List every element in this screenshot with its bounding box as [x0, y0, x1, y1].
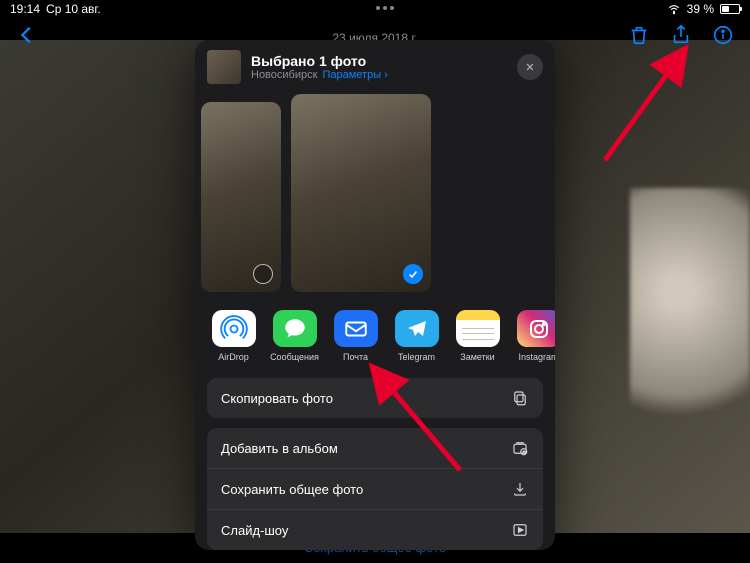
instagram-icon	[517, 310, 556, 347]
notes-icon	[456, 310, 500, 347]
close-button[interactable]	[517, 54, 543, 80]
sheet-subtitle: Новосибирск Параметры ›	[251, 69, 388, 81]
action-slideshow[interactable]: Слайд-шоу	[207, 509, 543, 550]
share-app-telegram[interactable]: Telegram	[388, 310, 445, 362]
sheet-title: Выбрано 1 фото	[251, 53, 388, 69]
copy-icon	[511, 389, 529, 407]
share-app-airdrop[interactable]: AirDrop	[205, 310, 262, 362]
album-add-icon	[511, 439, 529, 457]
checkmark-icon	[403, 264, 423, 284]
battery-icon	[720, 4, 740, 14]
photo-preview-unselected[interactable]	[201, 102, 281, 292]
parameters-link[interactable]: Параметры ›	[322, 69, 387, 81]
airdrop-icon	[212, 310, 256, 347]
photo-previews	[195, 94, 555, 292]
info-button[interactable]	[712, 24, 734, 51]
action-save-shared[interactable]: Сохранить общее фото	[207, 468, 543, 509]
action-list: Скопировать фото Добавить в альбом Сохра…	[195, 368, 555, 550]
play-icon	[511, 521, 529, 539]
share-apps-row[interactable]: AirDrop Сообщения Почта Telegram	[195, 292, 555, 368]
multitask-dots	[10, 6, 750, 10]
share-app-notes[interactable]: Заметки	[449, 310, 506, 362]
mail-icon	[334, 310, 378, 347]
action-add-to-album[interactable]: Добавить в альбом	[207, 428, 543, 468]
trash-button[interactable]	[628, 24, 650, 51]
download-icon	[511, 480, 529, 498]
back-button[interactable]	[16, 24, 38, 51]
share-app-instagram[interactable]: Instagram	[510, 310, 555, 362]
header-thumbnail	[207, 50, 241, 84]
share-app-mail[interactable]: Почта	[327, 310, 384, 362]
telegram-icon	[395, 310, 439, 347]
photo-preview-selected[interactable]	[291, 94, 431, 292]
sheet-location: Новосибирск	[251, 69, 317, 81]
action-copy-photo[interactable]: Скопировать фото	[207, 378, 543, 418]
messages-icon	[273, 310, 317, 347]
share-app-messages[interactable]: Сообщения	[266, 310, 323, 362]
status-bar: 19:14 Ср 10 авг. 39 %	[0, 0, 750, 18]
share-sheet: Выбрано 1 фото Новосибирск Параметры › A…	[195, 40, 555, 550]
select-circle-icon[interactable]	[253, 264, 273, 284]
share-sheet-header: Выбрано 1 фото Новосибирск Параметры ›	[195, 40, 555, 94]
share-button[interactable]	[670, 24, 692, 51]
